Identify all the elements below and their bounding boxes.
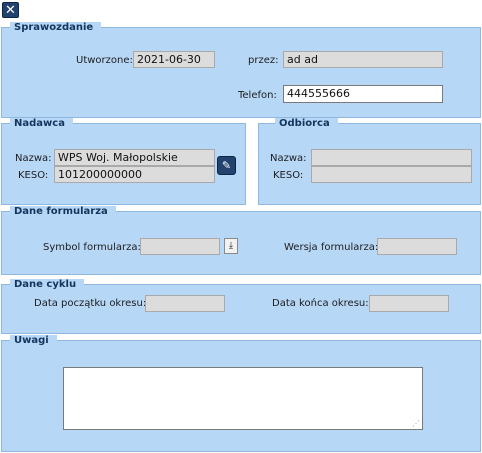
data-poczatku-field[interactable] [145, 295, 225, 312]
odbiorca-nazwa-field [311, 149, 472, 166]
uwagi-textarea[interactable]: ⋰ [63, 367, 423, 430]
wersja-formularza-label: Wersja formularza: [284, 242, 379, 253]
sprawozdanie-panel: Sprawozdanie Utworzone: 2021-06-30 przez… [1, 22, 481, 118]
dane-formularza-title: Dane formularza [10, 206, 116, 218]
close-icon[interactable]: ✕ [2, 2, 19, 18]
resize-grip-icon[interactable]: ⋰ [412, 420, 420, 428]
nadawca-nazwa-field: WPS Woj. Małopolskie [54, 149, 215, 166]
odbiorca-keso-label: KESO: [273, 170, 304, 181]
nadawca-keso-field: 101200000000 [54, 166, 215, 183]
utworzone-label: Utworzone: [76, 55, 133, 66]
pencil-icon[interactable]: ✎ [217, 156, 236, 175]
telefon-label: Telefon: [238, 90, 277, 101]
symbol-formularza-field[interactable] [140, 238, 220, 255]
data-konca-label: Data końca okresu: [272, 298, 369, 309]
uwagi-title: Uwagi [10, 335, 57, 347]
top-toolbar: ✕ [0, 0, 482, 20]
telefon-field[interactable]: 444555666 [283, 85, 443, 103]
nadawca-nazwa-label: Nazwa: [15, 153, 52, 164]
nadawca-panel: Nadawca Nazwa: WPS Woj. Małopolskie KESO… [1, 118, 246, 205]
nadawca-keso-label: KESO: [18, 170, 49, 181]
nadawca-title: Nadawca [10, 118, 73, 130]
symbol-formularza-label: Symbol formularza: [43, 242, 141, 253]
data-konca-field[interactable] [369, 295, 449, 312]
wersja-formularza-field[interactable] [377, 238, 457, 255]
odbiorca-nazwa-label: Nazwa: [270, 153, 307, 164]
odbiorca-keso-field [311, 166, 472, 183]
odbiorca-panel: Odbiorca Nazwa: KESO: [258, 118, 481, 205]
przez-label: przez: [248, 55, 279, 66]
data-poczatku-label: Data początku okresu: [34, 298, 147, 309]
odbiorca-title: Odbiorca [275, 118, 338, 130]
download-icon[interactable]: ⤓ [224, 238, 238, 254]
dane-formularza-panel: Dane formularza Symbol formularza: ⤓ Wer… [1, 206, 481, 275]
sprawozdanie-title: Sprawozdanie [10, 22, 102, 34]
dane-cyklu-panel: Dane cyklu Data początku okresu: Data ko… [1, 279, 481, 334]
dane-cyklu-title: Dane cyklu [10, 279, 85, 291]
uwagi-panel: Uwagi ⋰ [1, 335, 481, 452]
przez-field: ad ad [283, 51, 443, 68]
utworzone-field: 2021-06-30 [133, 51, 215, 68]
